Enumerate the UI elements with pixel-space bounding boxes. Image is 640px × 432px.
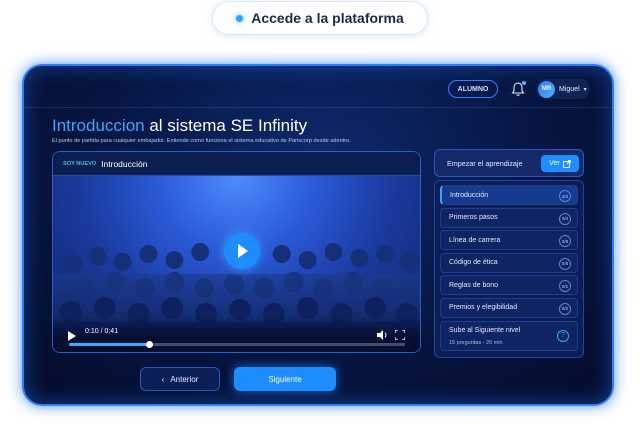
progress-handle[interactable] [146, 341, 154, 348]
previous-button-label: Anterior [170, 374, 199, 384]
notification-dot-icon [522, 81, 526, 85]
module-item-introduccion[interactable]: Introducción 2/4 [440, 185, 578, 205]
module-item-linea-de-carrera[interactable]: Línea de carrera 0/8 [440, 230, 578, 251]
view-button-label: Ver [549, 160, 560, 167]
help-icon[interactable]: ? [557, 329, 569, 342]
video-tag: SOY NUEVO [63, 160, 97, 167]
module-label: Código de ética [449, 259, 498, 267]
video-player[interactable]: SOY NUEVO Introducción 0:10 / 0:41 [52, 151, 421, 353]
user-menu[interactable]: MR Miguel ▾ [536, 79, 590, 99]
user-name: Miguel [559, 85, 580, 93]
module-progress-badge: 0/5 [559, 257, 571, 270]
module-item-codigo-de-etica[interactable]: Código de ética 0/5 [440, 252, 578, 273]
platform-access-label: Accede a la plataforma [251, 10, 404, 26]
module-item-reglas-de-bono[interactable]: Reglas de bono 0/1 [440, 275, 578, 296]
chevron-down-icon: ▾ [583, 86, 587, 93]
play-icon [238, 244, 248, 258]
page-subtitle: El punto de partida para cualquier embaj… [52, 138, 351, 144]
page-title-rest: al sistema SE Infinity [144, 116, 308, 135]
page-title-highlight: Introduccion [52, 116, 145, 135]
learning-start-panel: Empezar el aprendizaje Ver [434, 149, 584, 177]
module-progress-badge: 0/1 [559, 280, 571, 293]
status-dot-icon [236, 14, 244, 22]
video-time: 0:10 / 0:41 [85, 328, 119, 335]
video-title: Introducción [101, 158, 148, 169]
next-button-label: Siguiente [268, 374, 302, 384]
video-controls: 0:10 / 0:41 [53, 316, 420, 352]
module-label: Reglas de bono [449, 281, 499, 289]
chevron-left-icon: ‹ [161, 374, 165, 384]
progress-fill [69, 343, 150, 346]
video-frame[interactable]: 0:10 / 0:41 [53, 176, 420, 352]
module-label: Línea de carrera [449, 236, 501, 244]
module-item-primeros-pasos[interactable]: Primeros pasos 0/4 [440, 207, 578, 228]
role-badge: ALUMNO [448, 80, 498, 98]
level-up-card[interactable]: Sube al Siguiente nivel 15 preguntas - 2… [440, 320, 578, 351]
next-button[interactable]: Siguiente [234, 367, 336, 391]
page-title: Introduccion al sistema SE Infinity [52, 116, 307, 136]
platform-access-pill[interactable]: Accede a la plataforma [212, 1, 428, 35]
level-up-title: Sube al Siguiente nivel [449, 326, 521, 334]
top-bar: ALUMNO MR Miguel ▾ [24, 66, 612, 108]
play-button[interactable] [224, 233, 260, 269]
avatar: MR [538, 80, 555, 98]
learning-start-label: Empezar el aprendizaje [447, 159, 523, 168]
bell-icon[interactable] [511, 81, 526, 97]
module-label: Premios y elegibilidad [449, 304, 518, 312]
module-label: Primeros pasos [449, 214, 498, 222]
external-link-icon [562, 159, 571, 168]
level-up-subtitle: 15 preguntas - 20 min [449, 339, 503, 346]
progress-track[interactable] [69, 341, 405, 348]
app-window: ALUMNO MR Miguel ▾ Introduccion al siste… [22, 64, 614, 406]
module-progress-badge: 0/8 [559, 235, 571, 248]
video-header: SOY NUEVO Introducción [53, 152, 420, 176]
module-list: Introducción 2/4 Primeros pasos 0/4 Líne… [434, 180, 584, 358]
view-button[interactable]: Ver [541, 155, 579, 172]
previous-button[interactable]: ‹ Anterior [140, 367, 220, 391]
module-progress-badge: 0/2 [559, 302, 571, 315]
module-progress-badge: 0/4 [559, 212, 571, 225]
module-item-premios-y-elegibilidad[interactable]: Premios y elegibilidad 0/2 [440, 297, 578, 318]
module-progress-badge: 2/4 [559, 190, 571, 202]
module-label: Introducción [450, 191, 489, 199]
